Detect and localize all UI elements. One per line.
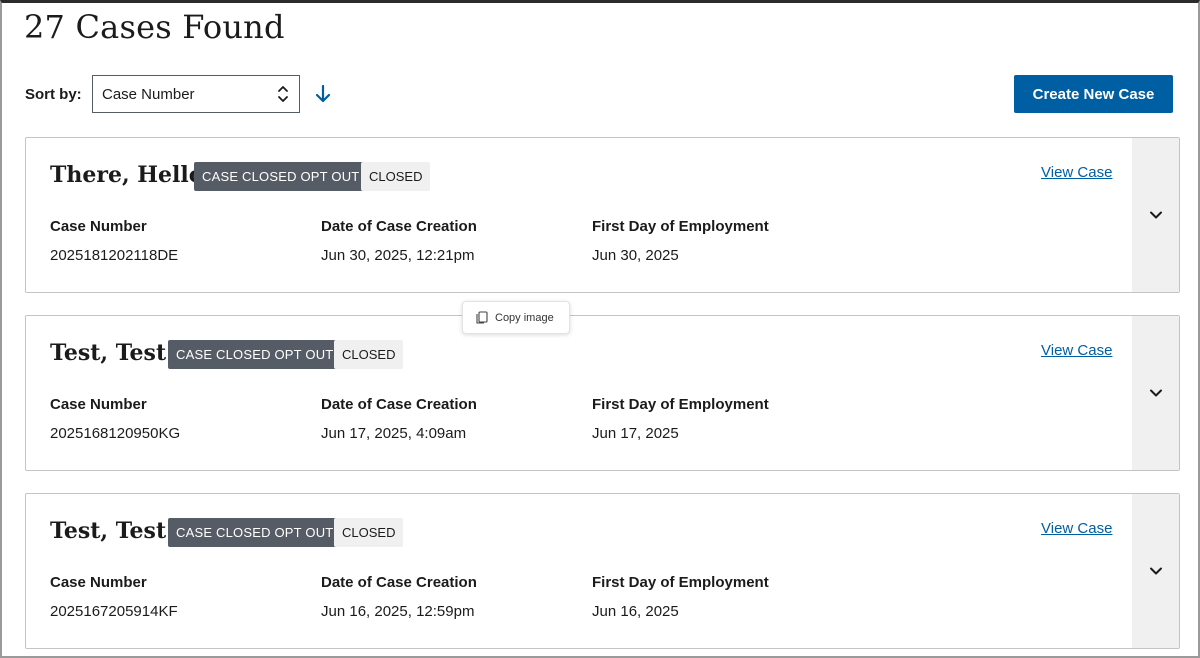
first-day-value: Jun 16, 2025 (592, 603, 679, 620)
create-new-case-button[interactable]: Create New Case (1014, 75, 1173, 113)
case-number-value: 2025167205914KF (50, 603, 178, 620)
state-badge: CLOSED (334, 340, 404, 369)
case-name: Test, Test (50, 340, 167, 366)
state-badge: CLOSED (334, 518, 404, 547)
status-badge: CASE CLOSED OPT OUT (168, 340, 342, 369)
date-created-value: Jun 16, 2025, 12:59pm (321, 603, 475, 620)
view-case-link[interactable]: View Case (1041, 520, 1112, 537)
status-badge: CASE CLOSED OPT OUT (194, 162, 368, 191)
chevron-down-icon (1149, 211, 1162, 219)
expand-toggle[interactable] (1132, 494, 1179, 648)
case-name: Test, Test (50, 518, 167, 544)
status-badge: CASE CLOSED OPT OUT (168, 518, 342, 547)
sort-label: Sort by: (25, 86, 82, 103)
expand-toggle[interactable] (1132, 316, 1179, 470)
view-case-link[interactable]: View Case (1041, 342, 1112, 359)
state-badge: CLOSED (361, 162, 431, 191)
page-title: 27 Cases Found (24, 8, 285, 46)
chevron-updown-icon (278, 86, 288, 102)
case-card: There, Hello CASE CLOSED OPT OUT CLOSED … (25, 137, 1180, 293)
expand-toggle[interactable] (1132, 138, 1179, 292)
case-name: There, Hello (50, 162, 204, 188)
copy-image-popup[interactable]: Copy image (462, 301, 570, 334)
view-case-link[interactable]: View Case (1041, 164, 1112, 181)
case-card: Test, Test CASE CLOSED OPT OUT CLOSED Vi… (25, 315, 1180, 471)
date-created-label: Date of Case Creation (321, 396, 477, 413)
date-created-value: Jun 17, 2025, 4:09am (321, 425, 467, 442)
date-created-value: Jun 30, 2025, 12:21pm (321, 247, 475, 264)
case-number-label: Case Number (50, 574, 147, 591)
case-number-value: 2025168120950KG (50, 425, 181, 442)
date-created-label: Date of Case Creation (321, 574, 477, 591)
arrow-down-icon[interactable] (311, 82, 335, 106)
case-card: Test, Test CASE CLOSED OPT OUT CLOSED Vi… (25, 493, 1180, 649)
first-day-label: First Day of Employment (592, 574, 769, 591)
first-day-label: First Day of Employment (592, 218, 769, 235)
first-day-label: First Day of Employment (592, 396, 769, 413)
copy-icon (476, 311, 488, 324)
first-day-value: Jun 30, 2025 (592, 247, 679, 264)
copy-image-label: Copy image (495, 311, 554, 324)
case-number-label: Case Number (50, 396, 147, 413)
case-number-label: Case Number (50, 218, 147, 235)
chevron-down-icon (1149, 567, 1162, 575)
chevron-down-icon (1149, 389, 1162, 397)
sort-select[interactable]: Case Number (92, 75, 300, 113)
date-created-label: Date of Case Creation (321, 218, 477, 235)
case-number-value: 2025181202118DE (50, 247, 179, 264)
sort-select-value: Case Number (102, 85, 195, 103)
first-day-value: Jun 17, 2025 (592, 425, 679, 442)
